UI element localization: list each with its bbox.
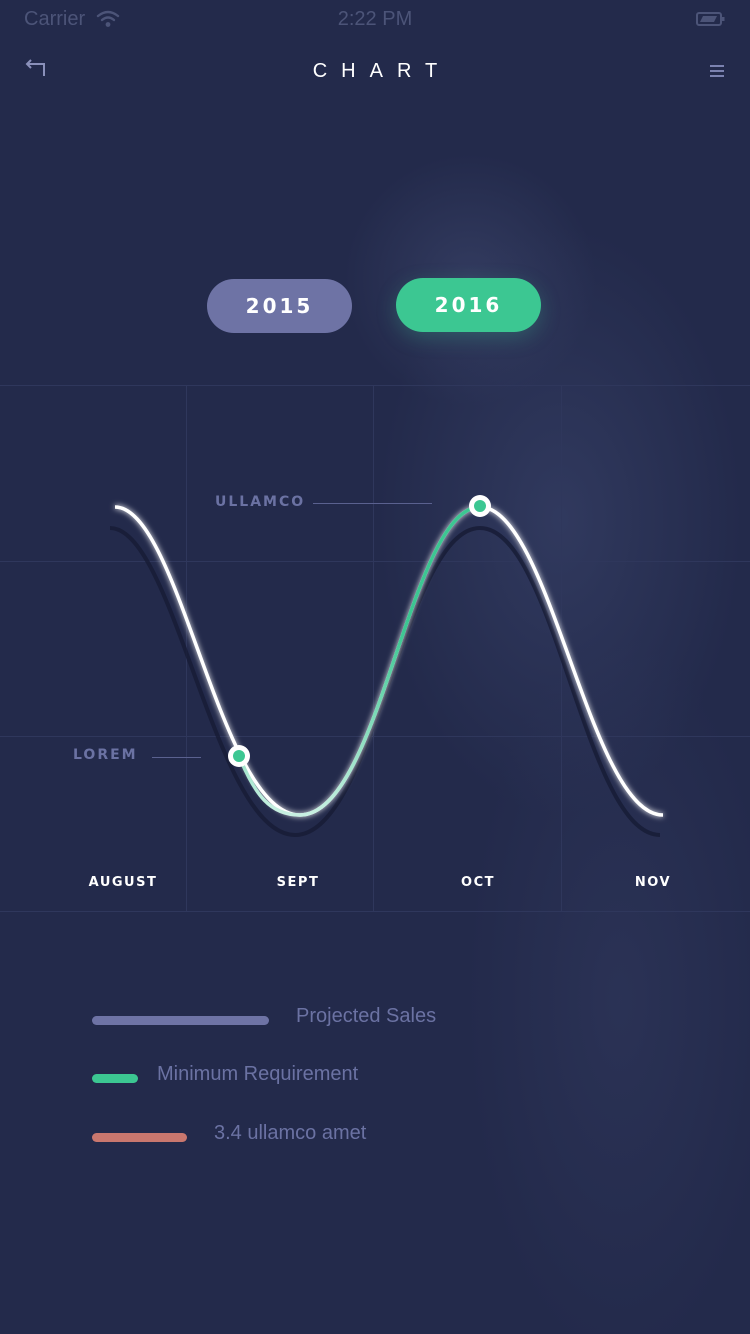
legend-swatch-projected	[92, 1016, 269, 1025]
x-tick-nov: NOV	[634, 875, 672, 890]
legend-swatch-minimum	[92, 1074, 138, 1083]
point-sept[interactable]	[228, 745, 250, 767]
legend-item-ullamco: 3.4 ullamco amet	[92, 1122, 492, 1152]
x-tick-sept: SEPT	[276, 875, 320, 890]
legend-label-minimum: Minimum Requirement	[157, 1063, 359, 1085]
x-tick-august: AUGUST	[88, 875, 158, 890]
year-2015-button[interactable]: 2015	[207, 279, 352, 333]
page-title: CHART	[312, 60, 452, 82]
year-2016-button[interactable]: 2016	[396, 278, 541, 332]
legend-label-projected: Projected Sales	[296, 1005, 437, 1027]
legend-item-projected: Projected Sales	[92, 1005, 492, 1035]
legend-swatch-ullamco	[92, 1133, 187, 1142]
battery-icon	[696, 12, 725, 26]
legend-label-ullamco: 3.4 ullamco amet	[214, 1122, 367, 1144]
nav-bar: CHART	[0, 48, 750, 98]
x-tick-oct: OCT	[461, 875, 495, 890]
line-chart: ULLAMCO LOREM AUGUST SEPT OCT NOV	[0, 385, 750, 912]
point-oct[interactable]	[469, 495, 491, 517]
hamburger-menu-icon[interactable]	[708, 62, 726, 80]
chart-canvas	[0, 385, 750, 912]
annotation-lorem: LOREM	[73, 747, 138, 763]
annotation-ullamco: ULLAMCO	[215, 494, 306, 510]
series-projected-line	[114, 505, 664, 817]
status-time: 2:22 PM	[337, 8, 413, 30]
status-bar: Carrier 2:22 PM	[0, 0, 750, 40]
legend-item-minimum: Minimum Requirement	[92, 1063, 492, 1093]
chart-grid	[0, 385, 750, 912]
